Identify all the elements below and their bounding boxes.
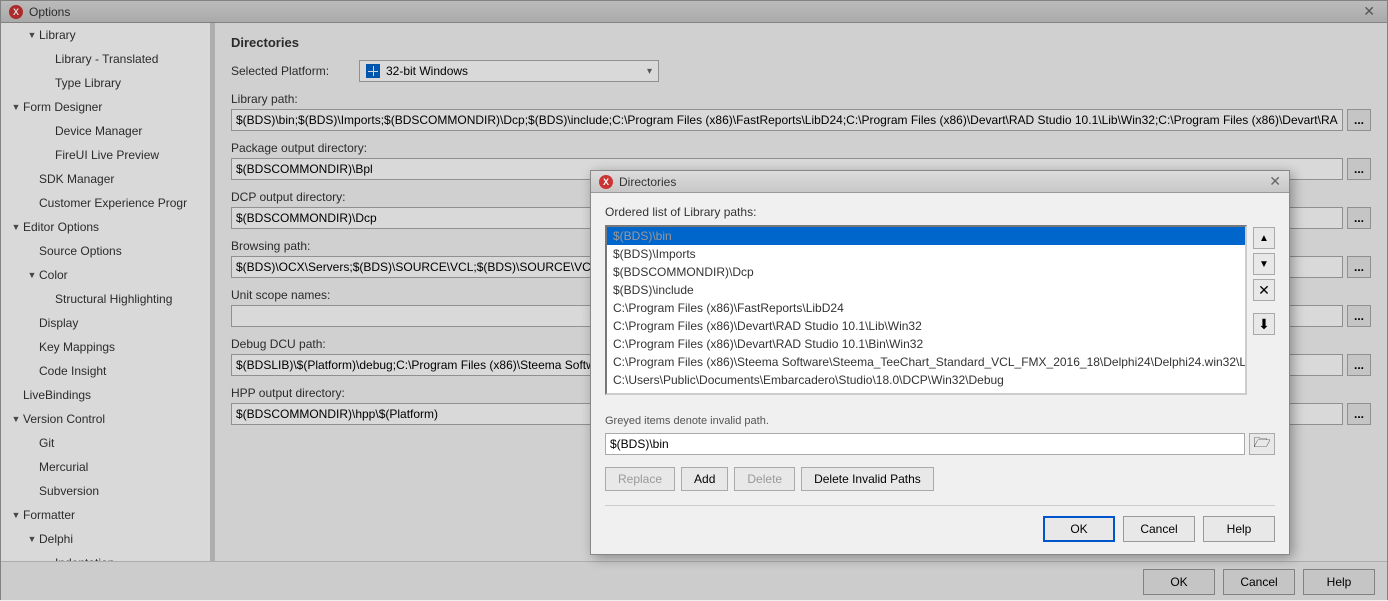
ordered-list-label: Ordered list of Library paths:: [605, 205, 1275, 219]
delete-button[interactable]: Delete: [734, 467, 795, 491]
dialog-icon: X: [599, 175, 613, 189]
dialog-title: Directories: [619, 175, 676, 189]
move-up-button[interactable]: ▲: [1253, 227, 1275, 249]
dialog-overlay: X Directories ✕ Ordered list of Library …: [0, 0, 1388, 600]
list-side-buttons: ▲ ▼ ✕ ⬇: [1253, 225, 1275, 405]
dialog-ok-button[interactable]: OK: [1043, 516, 1115, 542]
replace-button[interactable]: Replace: [605, 467, 675, 491]
dialog-title-bar: X Directories ✕: [591, 171, 1289, 193]
path-item-7[interactable]: C:\Program Files (x86)\Steema Software\S…: [607, 353, 1245, 371]
directories-dialog: X Directories ✕ Ordered list of Library …: [590, 170, 1290, 555]
path-item-0[interactable]: $(BDS)\bin: [607, 227, 1245, 245]
path-item-8[interactable]: C:\Users\Public\Documents\Embarcadero\St…: [607, 371, 1245, 389]
delete-invalid-button[interactable]: Delete Invalid Paths: [801, 467, 934, 491]
path-item-5[interactable]: C:\Program Files (x86)\Devart\RAD Studio…: [607, 317, 1245, 335]
move-down-button[interactable]: ▼: [1253, 253, 1275, 275]
dialog-cancel-button[interactable]: Cancel: [1123, 516, 1195, 542]
dialog-title-left: X Directories: [599, 175, 676, 189]
dialog-body: Ordered list of Library paths: $(BDS)\bi…: [591, 193, 1289, 554]
path-item-3[interactable]: $(BDS)\include: [607, 281, 1245, 299]
path-item-4[interactable]: C:\Program Files (x86)\FastReports\LibD2…: [607, 299, 1245, 317]
list-delete-button[interactable]: ✕: [1253, 279, 1275, 301]
dialog-bottom: OK Cancel Help: [605, 505, 1275, 542]
add-button[interactable]: Add: [681, 467, 728, 491]
folder-browse-button[interactable]: 🗁: [1249, 433, 1275, 455]
dialog-action-row: Replace Add Delete Delete Invalid Paths: [605, 467, 1275, 491]
path-item-1[interactable]: $(BDS)\Imports: [607, 245, 1245, 263]
path-edit-input[interactable]: [605, 433, 1245, 455]
path-item-6[interactable]: C:\Program Files (x86)\Devart\RAD Studio…: [607, 335, 1245, 353]
greyed-items-note: Greyed items denote invalid path.: [605, 415, 1275, 427]
path-item-9[interactable]: C:\Program Files (x86)\Embarcadero\Studi…: [607, 389, 1245, 395]
path-item-2[interactable]: $(BDSCOMMONDIR)\Dcp: [607, 263, 1245, 281]
list-down-arrow-button[interactable]: ⬇: [1253, 313, 1275, 335]
dialog-help-button[interactable]: Help: [1203, 516, 1275, 542]
dialog-close-button[interactable]: ✕: [1269, 173, 1281, 190]
paths-list: $(BDS)\bin $(BDS)\Imports $(BDSCOMMONDIR…: [605, 225, 1247, 395]
dialog-input-row: 🗁: [605, 433, 1275, 455]
